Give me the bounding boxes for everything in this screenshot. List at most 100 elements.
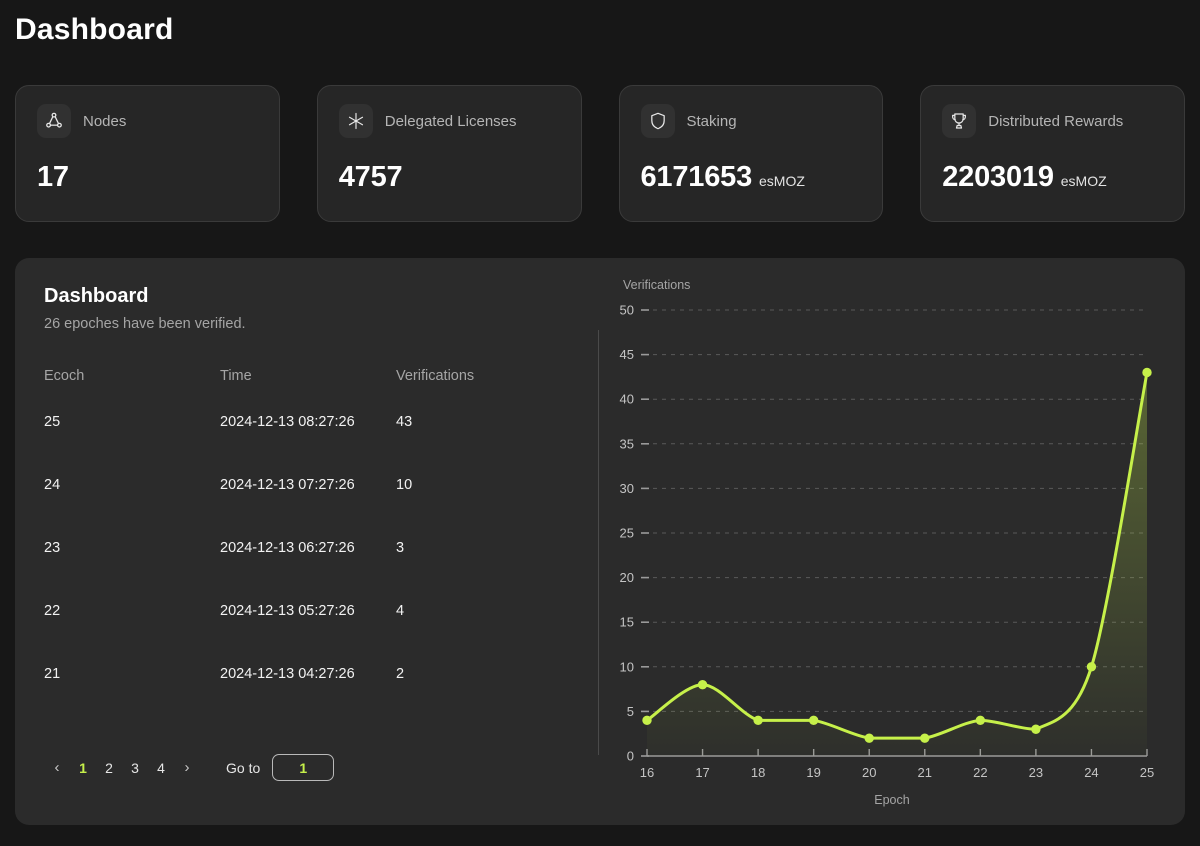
chart-y-tick-labels: 0 5 10 15 20 25 30 35 40 45 50: [620, 303, 634, 764]
pagination-page-1[interactable]: 1: [70, 755, 96, 781]
cell-verifications: 3: [396, 540, 405, 556]
cell-verifications: 10: [396, 477, 413, 493]
pagination-next-icon[interactable]: ›: [174, 755, 200, 781]
x-tick-label: 25: [1140, 765, 1154, 780]
data-point[interactable]: [975, 715, 986, 726]
data-point[interactable]: [808, 715, 819, 726]
verifications-chart: 0 5 10 15 20 25 30 35 40 45 50 16 17 18 19 20 21 22 23 24 2…: [599, 258, 1185, 825]
nodes-network-icon: [37, 104, 71, 138]
data-point[interactable]: [1086, 662, 1097, 672]
page-title: Dashboard: [15, 13, 174, 46]
table-header: Ecoch Time Verifications: [44, 368, 514, 414]
stat-card-staking: Staking 6171653 esMOZ: [618, 85, 884, 222]
x-tick-label: 20: [862, 765, 876, 780]
stat-card-nodes: Nodes 17: [15, 85, 280, 222]
data-point[interactable]: [1142, 367, 1152, 378]
stat-value-row: 6171653 esMOZ: [641, 161, 805, 194]
pagination-goto-label: Go to: [226, 759, 261, 776]
chart-svg: 0 5 10 15 20 25 30 35 40 45 50 16 17 18 19 20 21 22 23 24 2…: [620, 278, 1155, 807]
x-tick-label: 22: [973, 765, 987, 780]
pagination-goto-input[interactable]: [272, 754, 335, 781]
stat-card-distributed-rewards: Distributed Rewards 2203019 esMOZ: [920, 85, 1185, 222]
stat-value: 6171653: [640, 161, 753, 193]
cell-epoch: 21: [44, 666, 61, 682]
cell-epoch: 22: [44, 603, 61, 619]
stat-value-row: 2203019 esMOZ: [942, 161, 1106, 194]
table-body: 25 2024-12-13 08:27:26 43 24 2024-12-13 …: [44, 414, 514, 682]
stat-label: Staking: [686, 112, 737, 130]
stat-value: 17: [37, 161, 69, 193]
data-point[interactable]: [920, 733, 930, 743]
pagination-page-3[interactable]: 3: [122, 755, 148, 781]
stat-label: Delegated Licenses: [384, 112, 517, 130]
cell-epoch: 24: [44, 477, 61, 493]
cell-time: 2024-12-13 04:27:26: [220, 666, 355, 682]
table-row: 25 2024-12-13 08:27:26 43: [44, 414, 514, 477]
panel-subtitle: 26 epoches have been verified.: [44, 316, 246, 332]
dashboard-panel: Dashboard 26 epoches have been verified.…: [15, 258, 1185, 825]
stat-unit: esMOZ: [1060, 173, 1107, 189]
x-tick-label: 16: [640, 765, 654, 780]
y-tick-label: 10: [620, 659, 634, 674]
x-tick-label: 24: [1084, 765, 1098, 780]
stat-cards-row: Nodes 17 Delegated Licenses 4757 Staking…: [15, 85, 1185, 222]
x-tick-label: 19: [806, 765, 820, 780]
asterisk-sparkle-icon: [338, 104, 373, 138]
cell-time: 2024-12-13 07:27:26: [220, 477, 355, 493]
stat-card-header: Staking: [640, 104, 862, 138]
cell-verifications: 2: [396, 666, 405, 682]
table-row: 21 2024-12-13 04:27:26 2: [44, 666, 514, 682]
x-tick-label: 17: [695, 765, 709, 780]
data-point[interactable]: [1031, 724, 1041, 734]
cell-time: 2024-12-13 05:27:26: [220, 603, 355, 619]
y-tick-label: 20: [620, 570, 634, 585]
column-header-verifications: Verifications: [396, 368, 475, 384]
stat-label: Nodes: [83, 112, 127, 130]
y-tick-label: 30: [620, 481, 634, 496]
trophy-icon: [942, 104, 977, 138]
cell-epoch: 23: [44, 540, 61, 556]
pagination-page-4[interactable]: 4: [148, 755, 174, 781]
stat-value: 2203019: [942, 161, 1054, 193]
pagination-page-2[interactable]: 2: [96, 755, 122, 781]
stat-unit: esMOZ: [759, 173, 805, 189]
chart-area-fill: [647, 372, 1147, 756]
stat-label: Distributed Rewards: [988, 112, 1124, 130]
stat-value-row: 17: [37, 161, 69, 194]
shield-icon: [640, 104, 675, 138]
cell-time: 2024-12-13 06:27:26: [220, 540, 355, 556]
x-tick-label: 18: [751, 765, 765, 780]
cell-epoch: 25: [44, 414, 61, 430]
x-tick-label: 21: [918, 765, 932, 780]
chart-x-tick-labels: 16 17 18 19 20 21 22 23 24 25: [640, 765, 1154, 780]
column-header-epoch: Ecoch: [44, 368, 85, 384]
stat-card-header: Nodes: [37, 104, 258, 138]
table-header-row: Ecoch Time Verifications: [44, 368, 514, 414]
y-tick-label: 50: [620, 303, 634, 318]
cell-verifications: 4: [396, 603, 405, 619]
stat-card-header: Distributed Rewards: [942, 104, 1163, 138]
chart-line: [645, 370, 1149, 740]
stat-value-row: 4757: [339, 161, 403, 194]
epoch-table: Ecoch Time Verifications 25 2024-12-13 0…: [44, 368, 514, 682]
pagination-prev-icon[interactable]: ‹: [44, 755, 70, 781]
x-tick-label: 23: [1029, 765, 1043, 780]
table-row: 23 2024-12-13 06:27:26 3: [44, 540, 514, 603]
chart-data-points: [642, 367, 1152, 743]
data-point[interactable]: [753, 715, 763, 726]
stat-card-header: Delegated Licenses: [338, 104, 560, 138]
y-tick-label: 0: [627, 749, 634, 764]
data-point[interactable]: [864, 733, 874, 743]
verifications-chart-section: 0 5 10 15 20 25 30 35 40 45 50 16 17 18 19 20 21 22 23 24 2…: [599, 258, 1185, 825]
data-point[interactable]: [642, 715, 652, 726]
data-point[interactable]: [697, 679, 708, 690]
cell-time: 2024-12-13 08:27:26: [220, 414, 355, 430]
y-tick-label: 15: [620, 615, 634, 630]
stat-value: 4757: [338, 161, 403, 193]
y-tick-label: 5: [627, 704, 634, 719]
panel-title: Dashboard: [44, 285, 149, 307]
stat-card-delegated-licenses: Delegated Licenses 4757: [316, 85, 582, 222]
table-row: 24 2024-12-13 07:27:26 10: [44, 477, 514, 540]
cell-verifications: 43: [396, 414, 413, 430]
table-row: 22 2024-12-13 05:27:26 4: [44, 603, 514, 666]
